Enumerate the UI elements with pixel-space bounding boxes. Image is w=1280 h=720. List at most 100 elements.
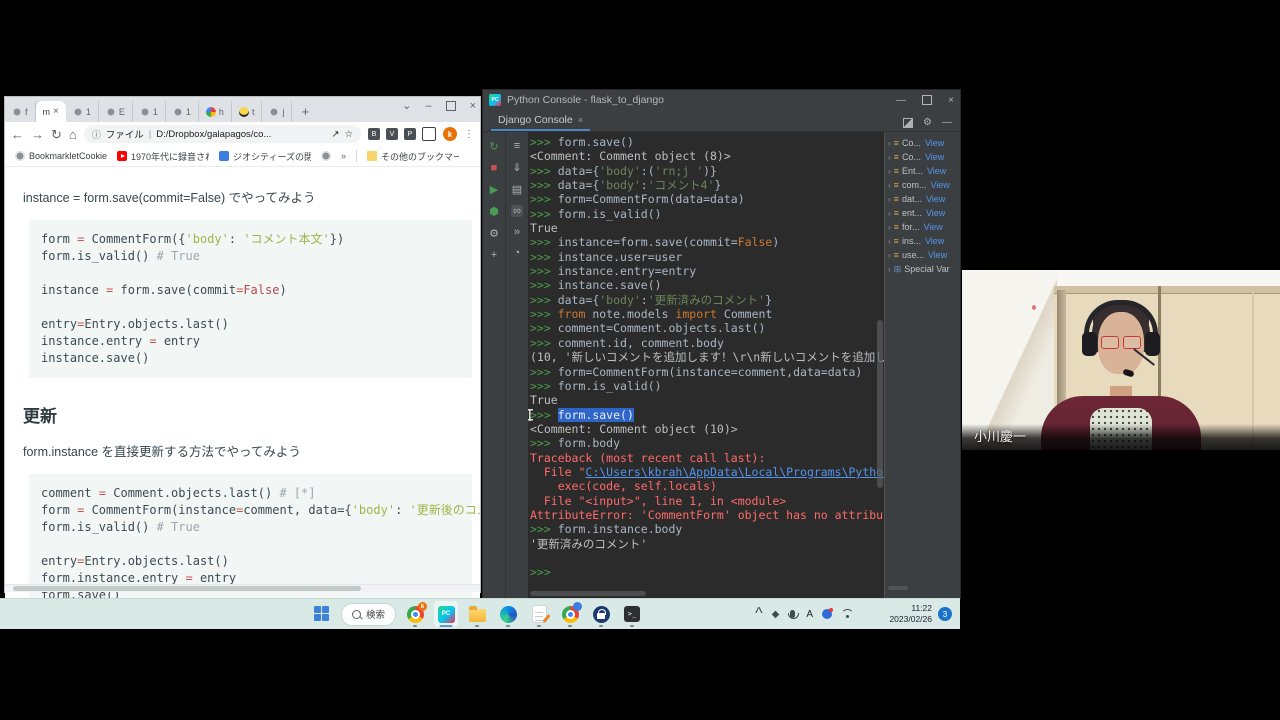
share-icon[interactable]: ↗: [332, 129, 340, 140]
view-link[interactable]: View: [925, 138, 944, 148]
browser-tab[interactable]: h: [199, 101, 232, 122]
variable-row[interactable]: ›≡Co...View: [885, 136, 960, 150]
browser-tab[interactable]: t: [232, 101, 263, 122]
softwrap-icon[interactable]: ≡: [514, 140, 520, 152]
tray-ime-icon[interactable]: A: [806, 609, 813, 620]
expand-chevron-icon[interactable]: ›: [888, 223, 891, 232]
variable-row[interactable]: ›≡dat...View: [885, 192, 960, 206]
taskbar-icon-notepad[interactable]: [527, 601, 551, 627]
stop-icon[interactable]: ■: [491, 162, 498, 174]
taskbar-icon-terminal[interactable]: >_: [620, 601, 644, 627]
bookmark-item[interactable]: BookmarkletCookie...: [15, 151, 107, 161]
variable-row[interactable]: ›≡use...View: [885, 248, 960, 262]
tab-search-icon[interactable]: ⌄: [402, 99, 411, 112]
taskbar-clock[interactable]: 11:22 2023/02/26: [889, 599, 932, 629]
browser-tab[interactable]: j: [262, 101, 292, 122]
print-icon[interactable]: ▤: [512, 183, 522, 196]
expand-chevron-icon[interactable]: ›: [888, 181, 891, 190]
hide-panel-icon[interactable]: —: [942, 117, 952, 128]
view-link[interactable]: View: [926, 194, 945, 204]
profile-avatar[interactable]: k: [443, 127, 457, 141]
skip-icon[interactable]: »: [514, 226, 520, 238]
tray-dropbox-icon[interactable]: ◆: [772, 609, 780, 620]
extension-icon[interactable]: V: [386, 128, 398, 140]
browser-tab[interactable]: f: [5, 101, 36, 122]
console-horizontal-scrollbar[interactable]: [530, 591, 646, 596]
address-bar[interactable]: ⓘ ファイル | D:/Dropbox/galapagos/co... ↗ ☆: [84, 125, 361, 143]
plus-icon[interactable]: +: [491, 249, 497, 261]
browser-tab[interactable]: 1: [66, 101, 99, 122]
view-link[interactable]: View: [928, 250, 947, 260]
bookmark-item[interactable]: 1970年代に録音され...: [117, 150, 209, 163]
browser-tab[interactable]: 1: [166, 101, 199, 122]
bookmark-star-icon[interactable]: ☆: [344, 129, 353, 140]
variable-row[interactable]: ›≡ins...View: [885, 234, 960, 248]
variable-row[interactable]: ›≡Ent...View: [885, 164, 960, 178]
view-link[interactable]: View: [923, 222, 942, 232]
forward-icon[interactable]: →: [31, 128, 44, 141]
view-link[interactable]: View: [927, 166, 946, 176]
tray-chevron-icon[interactable]: ^: [755, 605, 763, 623]
extension-icon[interactable]: [422, 127, 436, 141]
close-tab-icon[interactable]: ×: [578, 115, 583, 125]
variable-row[interactable]: ›≡com...View: [885, 178, 960, 192]
tray-mic-icon[interactable]: [790, 610, 795, 618]
bookmark-item[interactable]: [321, 151, 331, 161]
expand-chevron-icon[interactable]: ›: [888, 265, 891, 274]
view-link[interactable]: View: [925, 236, 944, 246]
taskbar-search[interactable]: 検索: [341, 603, 396, 626]
close-button[interactable]: ×: [470, 100, 476, 112]
expand-chevron-icon[interactable]: ›: [888, 153, 891, 162]
settings-gear-icon[interactable]: ⚙: [923, 117, 932, 128]
reload-icon[interactable]: ↻: [51, 128, 62, 141]
start-button[interactable]: [310, 601, 334, 627]
variable-row[interactable]: ›≡ent...View: [885, 206, 960, 220]
console-vertical-scrollbar[interactable]: [877, 320, 883, 488]
browser-tab[interactable]: 1: [133, 101, 166, 122]
variable-row[interactable]: ›≡for...View: [885, 220, 960, 234]
other-bookmarks[interactable]: その他のブックマーク: [367, 150, 459, 163]
scrollend-icon[interactable]: ⇓: [512, 161, 521, 174]
maximize-button[interactable]: [446, 101, 456, 111]
view-link[interactable]: View: [926, 208, 945, 218]
variable-row[interactable]: ›≡Co...View: [885, 150, 960, 164]
expand-chevron-icon[interactable]: ›: [888, 139, 891, 148]
browser-menu-icon[interactable]: ⋮: [464, 129, 474, 140]
tab-django-console[interactable]: Django Console ×: [491, 114, 590, 131]
taskbar-icon-edge[interactable]: [496, 601, 520, 627]
minimize-button[interactable]: –: [425, 100, 431, 112]
extension-icon[interactable]: P: [404, 128, 416, 140]
taskbar-icon-chrome2[interactable]: [558, 601, 582, 627]
run-icon[interactable]: ▶: [490, 183, 498, 196]
timer-icon[interactable]: ◔: [514, 247, 521, 259]
bookmark-item[interactable]: ジオシティーズの閉鎖で...: [219, 150, 311, 163]
back-icon[interactable]: ←: [11, 128, 24, 141]
expand-chevron-icon[interactable]: ›: [888, 167, 891, 176]
expand-chevron-icon[interactable]: ›: [888, 237, 891, 246]
variable-row[interactable]: ›⊞Special Var: [885, 262, 960, 276]
showvars-icon[interactable]: ∞: [511, 205, 523, 217]
taskbar-icon-keepass[interactable]: [589, 601, 613, 627]
maximize-button[interactable]: [922, 95, 932, 105]
rerun-icon[interactable]: ↻: [489, 140, 498, 153]
expand-chevron-icon[interactable]: ›: [888, 195, 891, 204]
minimize-button[interactable]: —: [896, 95, 906, 106]
expand-chevron-icon[interactable]: ›: [888, 251, 891, 260]
browser-horizontal-scrollbar[interactable]: [5, 584, 480, 592]
expand-chevron-icon[interactable]: ›: [888, 209, 891, 218]
close-tab-icon[interactable]: ×: [53, 106, 59, 117]
home-icon[interactable]: ⌂: [69, 128, 77, 141]
browser-tab[interactable]: E: [99, 101, 133, 122]
view-link[interactable]: View: [930, 180, 949, 190]
tray-app-icon[interactable]: [822, 609, 832, 619]
new-tab-button[interactable]: +: [296, 102, 314, 120]
taskbar-icon-chrome[interactable]: k: [403, 601, 427, 627]
taskbar-icon-explorer[interactable]: [465, 601, 489, 627]
float-window-icon[interactable]: [903, 118, 913, 128]
python-console-output[interactable]: >>> form.save()<Comment: Comment object …: [528, 132, 884, 598]
view-link[interactable]: View: [925, 152, 944, 162]
taskbar-icon-pycharm[interactable]: PC: [434, 601, 458, 627]
bookmarks-overflow-icon[interactable]: »: [341, 151, 346, 161]
scrollbar-thumb[interactable]: [13, 586, 361, 591]
page-info-icon[interactable]: ⓘ: [92, 128, 101, 141]
